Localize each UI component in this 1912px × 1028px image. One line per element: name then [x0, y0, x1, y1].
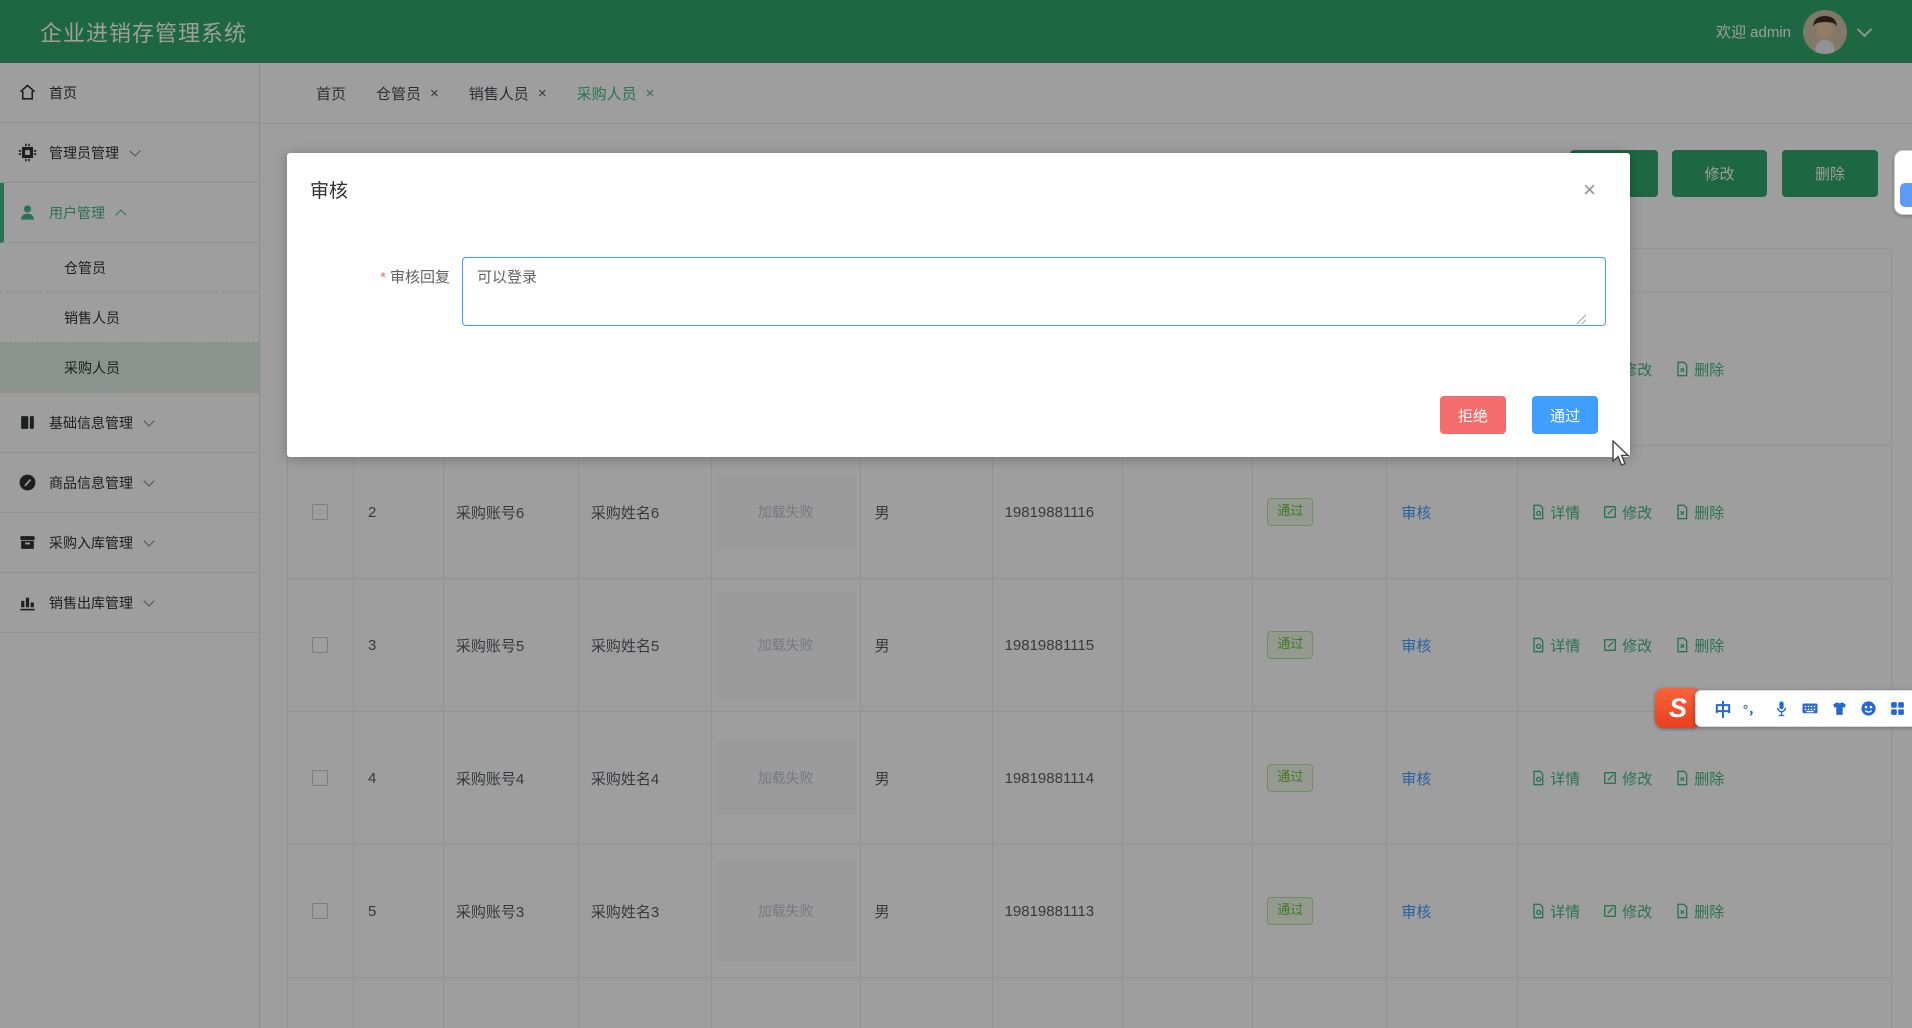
- ime-toolbar: S 中°，: [1655, 688, 1912, 728]
- review-dialog: 审核 × *审核回复 可以登录 拒绝 通过: [287, 153, 1630, 457]
- approve-button[interactable]: 通过: [1532, 396, 1598, 434]
- dialog-title: 审核: [310, 176, 348, 203]
- ime-chinese-mode[interactable]: 中: [1712, 696, 1734, 721]
- edge-scroll-widget[interactable]: [1894, 150, 1912, 215]
- ime-keyboard-icon[interactable]: [1799, 699, 1821, 717]
- review-reply-label: *审核回复: [287, 266, 450, 287]
- edge-widget-thumb[interactable]: [1900, 183, 1912, 207]
- ime-mic-icon[interactable]: [1770, 700, 1792, 717]
- ime-bar: 中 °，: [1695, 690, 1912, 727]
- ime-grid-icon[interactable]: [1886, 700, 1908, 717]
- review-reply-input[interactable]: 可以登录: [462, 257, 1606, 326]
- required-mark: *: [380, 269, 386, 286]
- ime-emoji-icon[interactable]: [1857, 700, 1879, 717]
- reject-button[interactable]: 拒绝: [1440, 396, 1506, 434]
- ime-skin-icon[interactable]: [1828, 700, 1850, 717]
- app-root: 企业进销存管理系统 欢迎 admin 首页管理员管理用户管理仓管员销售人员采购人…: [0, 0, 1912, 1028]
- close-icon[interactable]: ×: [1583, 179, 1596, 201]
- ime-punctuation[interactable]: °，: [1741, 699, 1763, 718]
